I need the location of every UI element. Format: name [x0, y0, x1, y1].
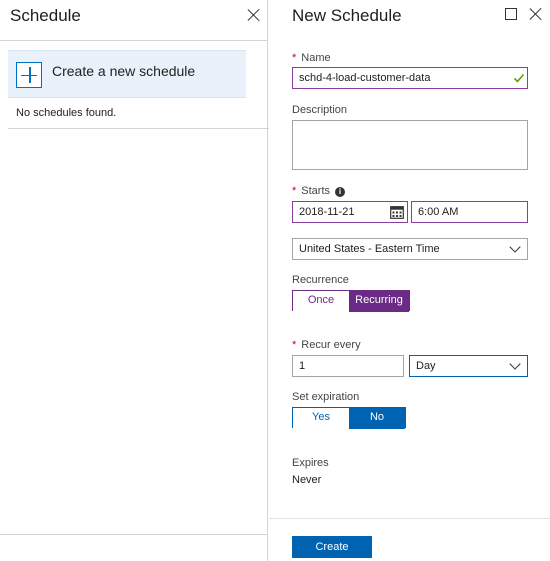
- set-expiration-toggle: Yes No: [292, 407, 406, 429]
- create-new-schedule-label: Create a new schedule: [52, 63, 196, 79]
- calendar-icon[interactable]: [390, 205, 404, 219]
- new-schedule-blade: New Schedule *Name Description *Starts i…: [269, 0, 550, 561]
- starts-label: * Starts: [292, 185, 331, 197]
- set-expiration-no-option[interactable]: No: [349, 408, 405, 429]
- divider: [8, 128, 274, 129]
- description-input[interactable]: [292, 120, 528, 170]
- description-label: Description: [292, 104, 348, 116]
- info-icon[interactable]: i: [335, 187, 345, 197]
- start-time-input[interactable]: [411, 201, 528, 223]
- set-expiration-yes-option[interactable]: Yes: [293, 408, 349, 429]
- divider: [0, 40, 268, 41]
- schedule-blade-title: Schedule: [10, 6, 81, 25]
- recurrence-once-option[interactable]: Once: [293, 291, 349, 312]
- timezone-selected: United States - Eastern Time: [299, 243, 440, 255]
- required-asterisk: *: [292, 185, 297, 197]
- recurrence-toggle: Once Recurring: [292, 290, 410, 312]
- required-asterisk: *: [292, 339, 297, 351]
- plus-icon: [16, 62, 42, 88]
- checkmark-icon: [513, 73, 525, 83]
- close-icon[interactable]: [246, 7, 262, 23]
- required-asterisk: *: [292, 52, 297, 64]
- create-new-schedule-button[interactable]: Create a new schedule: [8, 50, 246, 98]
- recurrence-recurring-option[interactable]: Recurring: [349, 291, 409, 312]
- recur-every-input[interactable]: [292, 355, 404, 377]
- recur-unit-selected: Day: [416, 360, 436, 372]
- empty-schedules-message: No schedules found.: [16, 107, 117, 119]
- name-input[interactable]: [292, 67, 528, 89]
- expires-value: Never: [292, 474, 322, 486]
- close-icon[interactable]: [528, 6, 544, 22]
- create-button[interactable]: Create: [292, 536, 372, 558]
- divider: [269, 518, 550, 519]
- recurrence-label: Recurrence: [292, 274, 349, 286]
- maximize-icon[interactable]: [505, 8, 517, 20]
- new-schedule-blade-title: New Schedule: [292, 6, 402, 25]
- expires-label: Expires: [292, 457, 329, 469]
- schedule-blade: Schedule Create a new schedule No schedu…: [0, 0, 274, 561]
- recur-unit-dropdown[interactable]: Day: [409, 355, 528, 377]
- timezone-dropdown[interactable]: United States - Eastern Time: [292, 238, 528, 260]
- set-expiration-label: Set expiration: [292, 391, 360, 403]
- name-label: * Name: [292, 52, 331, 64]
- recur-every-label: * Recur every: [292, 339, 361, 351]
- divider: [0, 534, 268, 535]
